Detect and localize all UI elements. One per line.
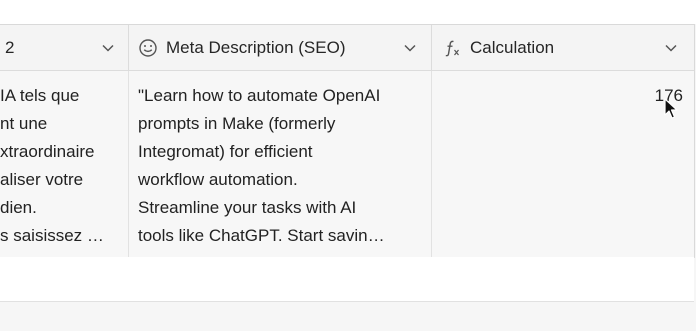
- cell-text-line: IA tels que: [0, 86, 80, 105]
- cell-text-line: tools like ChatGPT. Start savin…: [138, 226, 385, 245]
- table-row[interactable]: IA tels que nt une xtraordinaire aliser …: [0, 71, 694, 257]
- cell-text-line: nt une: [0, 114, 48, 133]
- cell-text-line: s saisissez …: [0, 226, 104, 245]
- toolbar-area: [0, 0, 696, 24]
- chevron-down-icon[interactable]: [663, 40, 679, 56]
- cell-text-line: dien.: [0, 198, 37, 217]
- cell-text-line: Streamline your tasks with AI: [138, 198, 357, 217]
- mouse-pointer-icon: [664, 98, 678, 119]
- cell-text-line: Integromat) for efficient: [138, 142, 313, 161]
- formula-icon: [445, 40, 459, 57]
- column-header-calculation[interactable]: Calculation: [432, 25, 694, 70]
- cell-meta-description[interactable]: "Learn how to automate OpenAI prompts in…: [129, 71, 432, 257]
- chevron-down-icon[interactable]: [100, 40, 116, 56]
- column-header-label: Meta Description (SEO): [166, 37, 346, 57]
- column-header-label: 2: [5, 37, 15, 57]
- header-row: 2 Meta Description (SEO) Calculation: [0, 25, 694, 71]
- column-header-label: Calculation: [470, 37, 555, 57]
- cell-text-line: workflow automation.: [138, 170, 298, 189]
- cell-text-line: aliser votre: [0, 170, 84, 189]
- cell-text-line: "Learn how to automate OpenAI: [138, 86, 381, 105]
- cell-text-line: xtraordinaire: [0, 142, 95, 161]
- data-grid: 2 Meta Description (SEO) Calculation IA …: [0, 24, 695, 258]
- column-header-partial[interactable]: 2: [0, 25, 129, 70]
- cell-calculation[interactable]: 176: [432, 71, 694, 257]
- chevron-down-icon[interactable]: [402, 40, 418, 56]
- smiley-icon: [139, 39, 157, 57]
- cell-partial-text[interactable]: IA tels que nt une xtraordinaire aliser …: [0, 71, 129, 257]
- cell-text-line: prompts in Make (formerly: [138, 114, 336, 133]
- empty-row[interactable]: [0, 257, 694, 302]
- column-header-meta-description[interactable]: Meta Description (SEO): [129, 25, 432, 70]
